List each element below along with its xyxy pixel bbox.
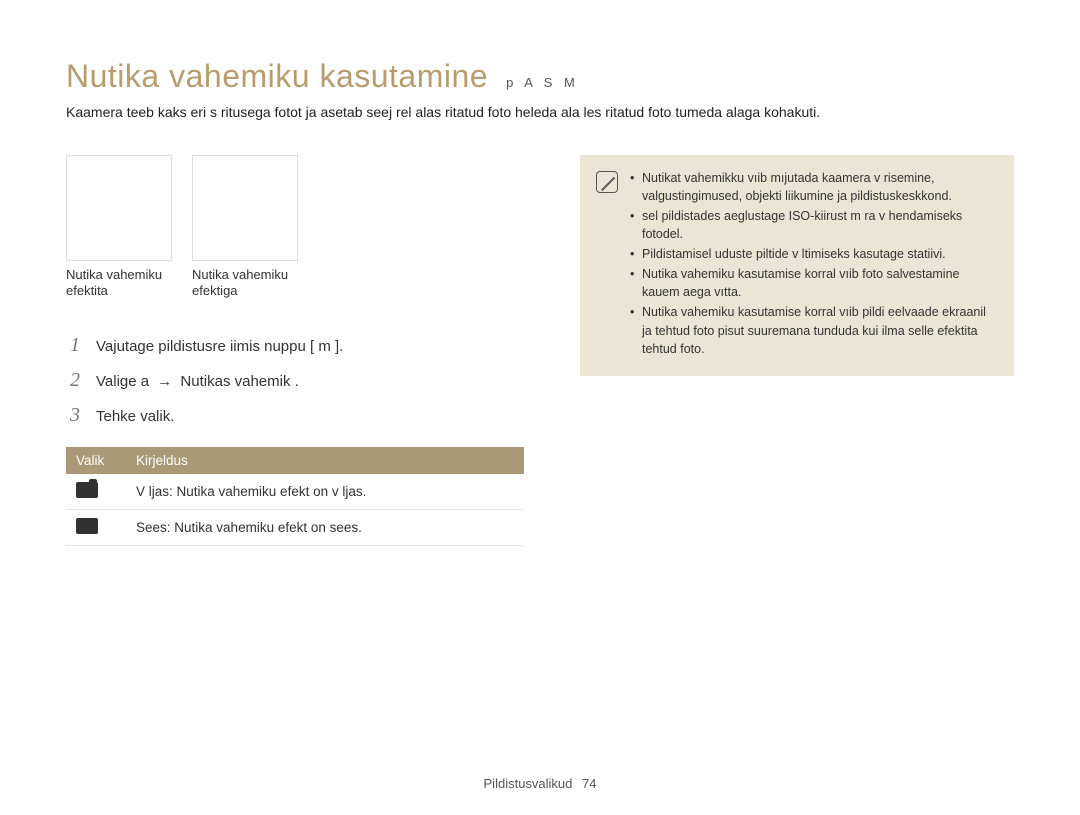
- steps-list: 1 Vajutage pildistusre iimis nuppu [ m ]…: [66, 328, 524, 433]
- mode-indicators: p A S M: [506, 75, 579, 90]
- step-text: Valige a → Nutikas vahemik .: [96, 373, 299, 390]
- caption-with: Nutika vahemiku efektiga: [192, 267, 298, 301]
- content-columns: Nutika vahemiku efektita Nutika vahemiku…: [66, 155, 1014, 547]
- step-number: 2: [66, 369, 80, 392]
- option-label: Sees: [136, 520, 167, 535]
- note-box: Nutikat vahemikku vıib mıjutada kaamera …: [580, 155, 1014, 376]
- thumbnail-captions: Nutika vahemiku efektita Nutika vahemiku…: [66, 267, 524, 301]
- step-2: 2 Valige a → Nutikas vahemik .: [66, 363, 524, 398]
- thumbnail-with-effect: [192, 155, 298, 261]
- note-item: Nutika vahemiku kasutamise korral vıib p…: [630, 303, 998, 357]
- option-label: V ljas: [136, 484, 169, 499]
- note-item: Pildistamisel uduste piltide v ltimiseks…: [630, 245, 998, 263]
- page-title: Nutika vahemiku kasutamine: [66, 58, 488, 95]
- smart-range-on-icon: [76, 518, 98, 534]
- step-3: 3 Tehke valik.: [66, 398, 524, 433]
- step-1: 1 Vajutage pildistusre iimis nuppu [ m ]…: [66, 328, 524, 363]
- step-suffix: Nutikas vahemik .: [176, 373, 299, 390]
- thumbnail-row: [66, 155, 524, 261]
- thumbnail-without-effect: [66, 155, 172, 261]
- page-footer: Pildistusvalikud 74: [0, 776, 1080, 791]
- smart-range-off-icon: [76, 482, 98, 498]
- note-icon: [596, 171, 618, 193]
- step-prefix: Valige a: [96, 373, 153, 390]
- right-column: Nutikat vahemikku vıib mıjutada kaamera …: [580, 155, 1014, 376]
- option-desc-text: : Nutika vahemiku efekt on v ljas.: [169, 484, 366, 499]
- note-item: sel pildistades aeglustage ISO-kiirust m…: [630, 207, 998, 243]
- footer-page-number: 74: [582, 776, 596, 791]
- note-item: Nutika vahemiku kasutamise korral vıib f…: [630, 265, 998, 301]
- table-row: V ljas: Nutika vahemiku efekt on v ljas.: [66, 474, 524, 510]
- table-header-row: Valik Kirjeldus: [66, 447, 524, 474]
- option-desc-text: : Nutika vahemiku efekt on sees.: [167, 520, 362, 535]
- option-desc: Sees: Nutika vahemiku efekt on sees.: [126, 510, 524, 546]
- option-desc: V ljas: Nutika vahemiku efekt on v ljas.: [126, 474, 524, 510]
- intro-text: Kaamera teeb kaks eri s ritusega fotot j…: [66, 103, 1014, 123]
- note-list: Nutikat vahemikku vıib mıjutada kaamera …: [630, 169, 998, 360]
- arrow-icon: →: [157, 373, 172, 390]
- caption-without: Nutika vahemiku efektita: [66, 267, 172, 301]
- step-number: 3: [66, 404, 80, 427]
- table-row: Sees: Nutika vahemiku efekt on sees.: [66, 510, 524, 546]
- step-text: Vajutage pildistusre iimis nuppu [ m ].: [96, 338, 343, 355]
- step-number: 1: [66, 334, 80, 357]
- option-icon-cell: [66, 474, 126, 510]
- col-option: Valik: [66, 447, 126, 474]
- left-column: Nutika vahemiku efektita Nutika vahemiku…: [66, 155, 524, 547]
- step-text: Tehke valik.: [96, 408, 174, 425]
- option-icon-cell: [66, 510, 126, 546]
- col-description: Kirjeldus: [126, 447, 524, 474]
- title-row: Nutika vahemiku kasutamine p A S M: [66, 58, 1014, 95]
- options-table: Valik Kirjeldus V ljas: Nutika vahemiku …: [66, 447, 524, 546]
- note-item: Nutikat vahemikku vıib mıjutada kaamera …: [630, 169, 998, 205]
- footer-section: Pildistusvalikud: [484, 776, 573, 791]
